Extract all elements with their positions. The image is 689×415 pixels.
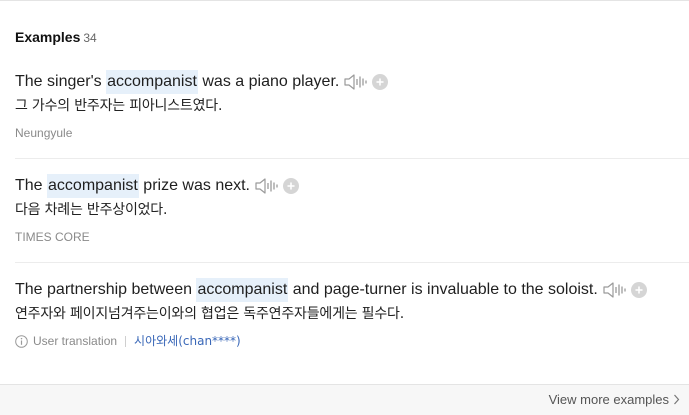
user-translation-meta: User translation 시아와세(chan****) (15, 334, 689, 348)
example-translation: 연주자와 페이지넘겨주는이와의 협업은 독주연주자들에게는 필수다. (15, 306, 404, 322)
sentence-text-after: was a piano player. (197, 73, 340, 90)
highlighted-keyword[interactable]: accompanist (106, 70, 198, 94)
view-more-label: View more examples (548, 392, 669, 407)
examples-count: 34 (83, 31, 97, 45)
user-translation-label: User translation (33, 334, 118, 348)
view-more-examples-link[interactable]: View more examples (549, 392, 680, 407)
example-sentence: The singer's accompanist was a piano pla… (15, 70, 689, 94)
example-source: TIMES CORE (15, 230, 90, 244)
translator-user-link[interactable]: 시아와세(chan****) (134, 334, 241, 348)
examples-header: Examples 34 (15, 29, 97, 45)
plus-circle-icon[interactable] (283, 178, 299, 194)
highlighted-keyword[interactable]: accompanist (196, 278, 289, 302)
plus-circle-icon[interactable] (630, 282, 647, 298)
sentence-text-after: and page-turner is invaluable to the sol… (288, 281, 598, 298)
highlighted-keyword[interactable]: accompanist (47, 174, 139, 198)
example-item: The singer's accompanist was a piano pla… (15, 70, 689, 140)
example-divider (15, 158, 689, 159)
sentence-text-before: The (15, 177, 48, 194)
top-divider (0, 0, 689, 1)
examples-title: Examples (15, 29, 81, 45)
example-sentence: The partnership between accompanist and … (15, 278, 689, 302)
meta-separator (125, 335, 127, 347)
example-translation: 그 가수의 반주자는 피아니스트였다. (15, 98, 223, 114)
example-divider (15, 262, 689, 263)
example-item: The partnership between accompanist and … (15, 278, 689, 348)
chevron-right-icon (674, 394, 680, 405)
plus-circle-icon[interactable] (372, 74, 389, 90)
sentence-text-after: prize was next. (138, 177, 250, 194)
speaker-icon[interactable] (254, 176, 278, 196)
example-item: The accompanist prize was next. 다음 차례는 반… (15, 174, 689, 244)
speaker-icon[interactable] (602, 280, 626, 300)
sentence-text-before: The singer's (15, 73, 107, 90)
info-circle-icon (15, 334, 28, 348)
example-sentence: The accompanist prize was next. (15, 174, 689, 198)
speaker-icon[interactable] (343, 72, 367, 92)
example-source: Neungyule (15, 126, 73, 140)
example-translation: 다음 차례는 반주상이었다. (15, 202, 168, 218)
sentence-text-before: The partnership between (15, 281, 197, 298)
